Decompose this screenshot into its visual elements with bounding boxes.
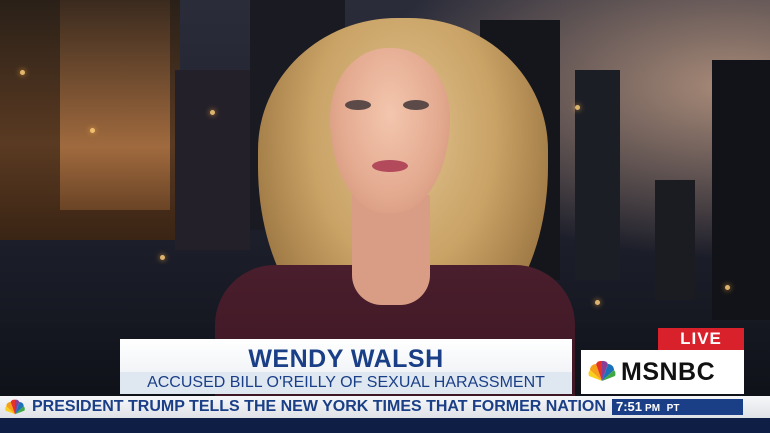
city-light: [595, 300, 600, 305]
person-lips: [372, 160, 408, 172]
clock-time: 7:51: [616, 399, 643, 414]
city-light: [90, 128, 95, 133]
ticker-headline: PRESIDENT TRUMP TELLS THE NEW YORK TIMES…: [32, 398, 606, 415]
clock-timezone: PT: [666, 403, 680, 414]
lower-third: WENDY WALSH ACCUSED BILL O'REILLY OF SEX…: [120, 339, 572, 394]
city-light: [725, 285, 730, 290]
city-light: [20, 70, 25, 75]
guest-name: WENDY WALSH: [248, 345, 444, 373]
building: [712, 60, 770, 320]
guest-subtitle: ACCUSED BILL O'REILLY OF SEXUAL HARASSME…: [120, 372, 572, 394]
bottom-bar: [0, 418, 770, 433]
building: [575, 70, 620, 280]
live-badge: LIVE: [658, 328, 744, 350]
broadcast-frame: WENDY WALSH ACCUSED BILL O'REILLY OF SEX…: [0, 0, 770, 433]
peacock-icon: [5, 399, 25, 415]
news-ticker: PRESIDENT TRUMP TELLS THE NEW YORK TIMES…: [0, 396, 770, 418]
city-light: [160, 255, 165, 260]
network-logo: MSNBC: [581, 350, 744, 394]
city-light: [575, 105, 580, 110]
city-light: [210, 110, 215, 115]
network-name: MSNBC: [621, 358, 716, 386]
peacock-icon: [588, 360, 616, 381]
clock-ampm: PM: [645, 403, 661, 414]
network-bug: LIVE MSNBC: [581, 328, 744, 394]
building: [175, 70, 250, 250]
building: [655, 180, 695, 300]
clock-box: 7:51 PM PT: [612, 399, 743, 415]
person-eye: [345, 100, 371, 110]
person-eye: [403, 100, 429, 110]
building: [60, 0, 170, 210]
